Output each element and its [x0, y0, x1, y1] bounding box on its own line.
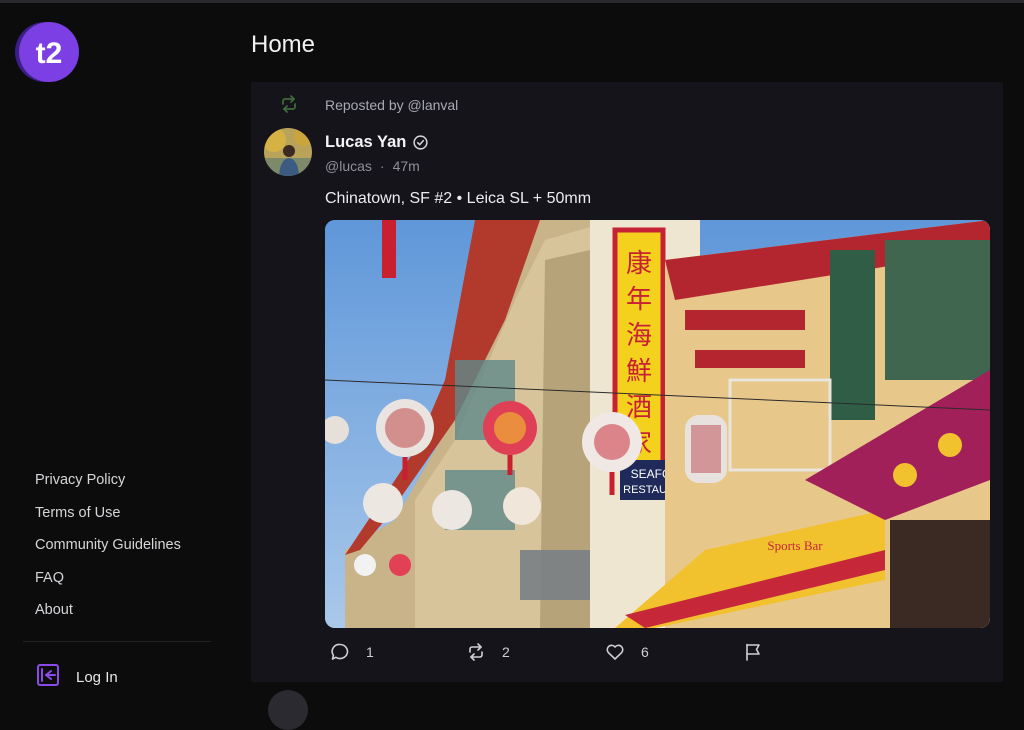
meta-separator: · — [379, 158, 385, 174]
svg-text:海: 海 — [626, 321, 652, 351]
privacy-policy-link[interactable]: Privacy Policy — [35, 469, 181, 502]
flag-icon — [743, 642, 763, 662]
author-name[interactable]: Lucas Yan — [325, 133, 428, 152]
svg-text:t2: t2 — [36, 37, 63, 70]
repost-count: 2 — [502, 644, 510, 660]
post-actions: 1 2 6 — [330, 642, 990, 666]
repost-icon — [279, 94, 299, 119]
repost-button[interactable]: 2 — [466, 642, 510, 662]
author-meta: @lucas · 47m — [325, 158, 420, 174]
repost-label[interactable]: Reposted by @lanval — [325, 97, 458, 113]
author-handle[interactable]: @lucas — [325, 158, 372, 174]
svg-text:年: 年 — [626, 285, 652, 315]
post-text: Chinatown, SF #2 • Leica SL + 50mm — [325, 190, 592, 207]
comment-icon — [330, 642, 350, 662]
report-button[interactable] — [743, 642, 763, 662]
svg-text:鮮: 鮮 — [626, 357, 652, 387]
faq-link[interactable]: FAQ — [35, 567, 181, 600]
community-guidelines-link[interactable]: Community Guidelines — [35, 534, 181, 567]
svg-text:康: 康 — [626, 249, 652, 279]
sidebar: t2 Privacy Policy Terms of Use Community… — [0, 3, 232, 699]
heart-icon — [605, 642, 625, 662]
page-title: Home — [251, 31, 316, 58]
repost-indicator — [279, 94, 299, 119]
repost-action-icon — [466, 642, 486, 662]
login-button[interactable]: Log In — [36, 663, 118, 691]
like-count: 6 — [641, 644, 649, 660]
reply-button[interactable]: 1 — [330, 642, 374, 662]
author-avatar[interactable] — [264, 128, 312, 176]
like-button[interactable]: 6 — [605, 642, 649, 662]
post-card[interactable]: Reposted by @lanval Lucas Yan @lucas · 47m… — [251, 82, 1003, 682]
about-link[interactable]: About — [35, 599, 181, 632]
reply-count: 1 — [366, 644, 374, 660]
post-image[interactable]: 康 年 海 鮮 酒 家 SEAFOOD RESTAURANT Sports Ba… — [325, 220, 990, 628]
post-timestamp[interactable]: 47m — [393, 158, 420, 174]
login-label: Log In — [76, 668, 118, 686]
next-post-avatar[interactable] — [268, 690, 308, 730]
terms-of-use-link[interactable]: Terms of Use — [35, 502, 181, 535]
sidebar-divider — [23, 641, 211, 642]
verified-badge-icon — [413, 135, 428, 150]
login-icon — [36, 663, 60, 692]
footer-links: Privacy Policy Terms of Use Community Gu… — [35, 469, 181, 632]
author-name-text: Lucas Yan — [325, 133, 407, 151]
svg-text:Sports Bar: Sports Bar — [767, 538, 823, 553]
t2-logo[interactable]: t2 — [15, 19, 81, 85]
